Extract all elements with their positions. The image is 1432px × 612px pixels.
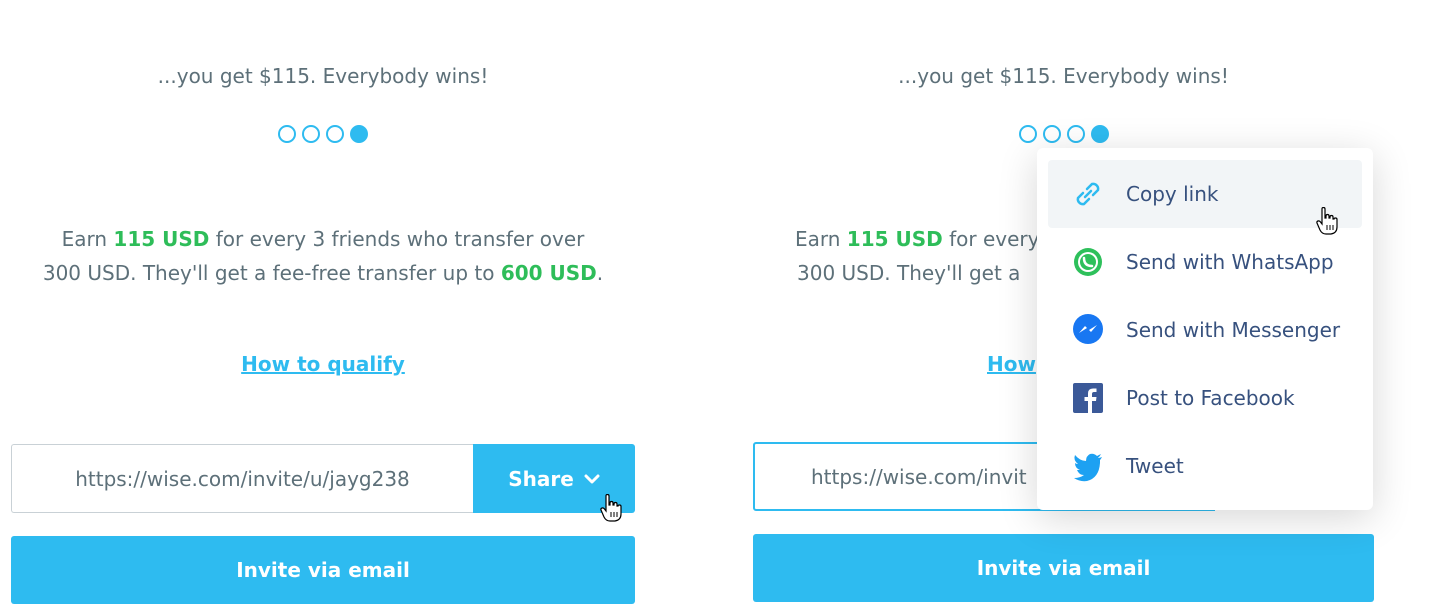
share-item-label: Copy link (1126, 182, 1219, 206)
share-item-label: Tweet (1126, 454, 1184, 478)
carousel-pagination (753, 125, 1374, 143)
invite-link-field[interactable]: https://wise.com/invite/u/jayg238 (11, 444, 473, 513)
desc-text: . (596, 261, 604, 285)
facebook-icon (1070, 380, 1106, 416)
messenger-icon (1070, 312, 1106, 348)
invite-panel-default: ...you get $115. Everybody wins! Earn 11… (11, 0, 635, 612)
share-facebook[interactable]: Post to Facebook (1048, 364, 1362, 432)
pagination-dot[interactable] (302, 125, 320, 143)
chevron-down-icon (584, 474, 600, 483)
share-messenger[interactable]: Send with Messenger (1048, 296, 1362, 364)
share-menu: Copy link Send with WhatsApp Send with M… (1037, 148, 1373, 510)
hand-cursor-icon (1316, 207, 1338, 235)
share-label: Share (508, 466, 574, 491)
transfer-limit: 600 USD (500, 261, 597, 285)
share-copy-link[interactable]: Copy link (1048, 160, 1362, 228)
hand-cursor-icon (600, 494, 622, 522)
pagination-dot[interactable] (1018, 125, 1037, 143)
share-item-label: Post to Facebook (1126, 386, 1295, 410)
pagination-dot[interactable] (1042, 125, 1061, 143)
tagline: ...you get $115. Everybody wins! (898, 64, 1229, 88)
share-item-label: Send with WhatsApp (1126, 250, 1334, 274)
invite-link-row: https://wise.com/invite/u/jayg238 Share (11, 444, 635, 513)
invite-via-email-button[interactable]: Invite via email (753, 534, 1374, 602)
share-whatsapp[interactable]: Send with WhatsApp (1048, 228, 1362, 296)
how-to-qualify-link[interactable]: How to qualify (11, 352, 635, 376)
share-item-label: Send with Messenger (1126, 318, 1341, 342)
reward-amount: 115 USD (113, 227, 210, 251)
reward-description: Earn 115 USD for every 3 friends who tra… (41, 222, 605, 290)
pagination-dot[interactable] (1066, 125, 1085, 143)
invite-via-email-button[interactable]: Invite via email (11, 536, 635, 604)
tagline: ...you get $115. Everybody wins! (157, 64, 489, 88)
share-twitter[interactable]: Tweet (1048, 432, 1362, 500)
whatsapp-icon (1070, 244, 1106, 280)
carousel-pagination (11, 125, 635, 143)
link-icon (1070, 176, 1106, 212)
pagination-dot-active[interactable] (1090, 125, 1109, 143)
twitter-icon (1070, 448, 1106, 484)
pagination-dot[interactable] (278, 125, 296, 143)
desc-text: for every (942, 227, 1040, 251)
pagination-dot[interactable] (326, 125, 344, 143)
reward-amount: 115 USD (846, 227, 943, 251)
desc-text: Earn (795, 227, 847, 251)
desc-text: Earn (61, 227, 114, 251)
pagination-dot-active[interactable] (350, 125, 368, 143)
